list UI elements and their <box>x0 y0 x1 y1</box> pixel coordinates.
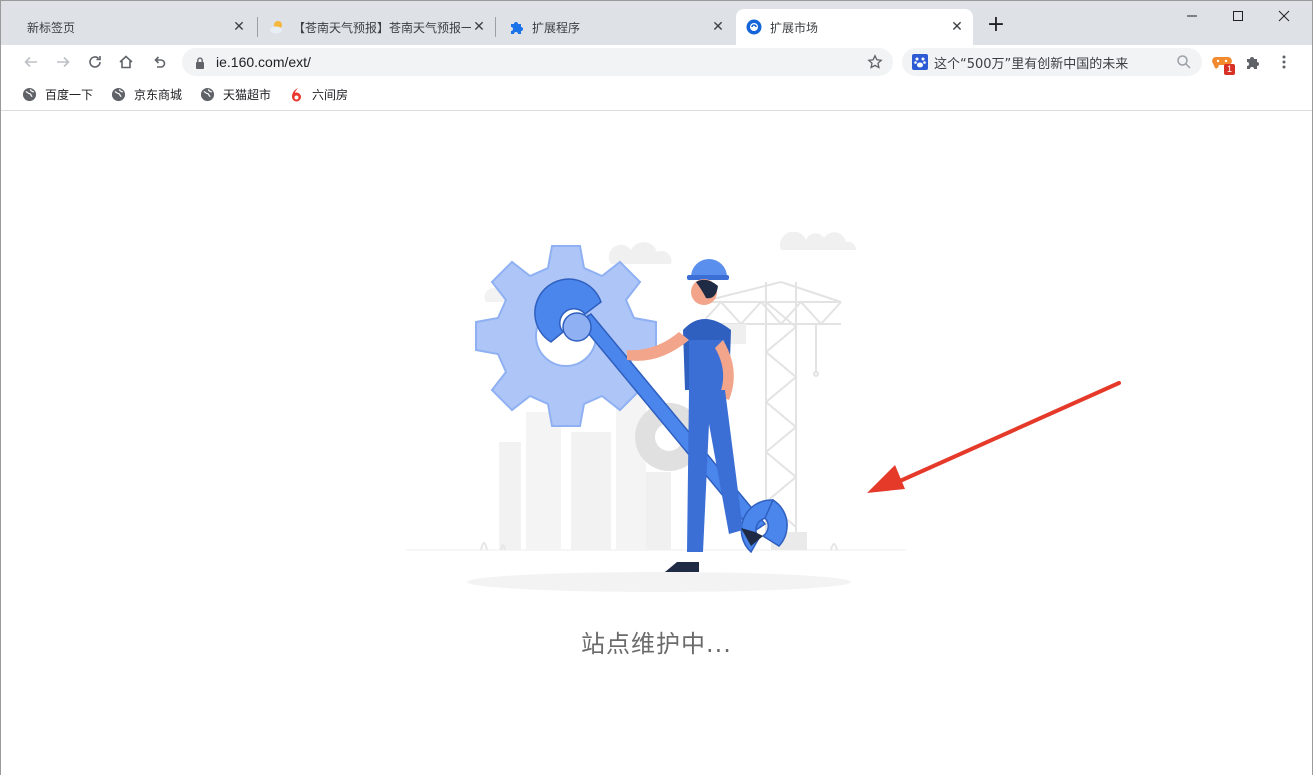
tab-divider <box>257 17 258 37</box>
notification-badge: 1 <box>1224 64 1235 75</box>
home-button[interactable] <box>112 48 140 76</box>
minimize-icon <box>1187 15 1197 17</box>
close-icon[interactable]: ✕ <box>231 19 247 35</box>
bookmark-jd[interactable]: 京东商城 <box>110 82 182 108</box>
maintenance-message: 站点维护中... <box>581 630 732 658</box>
new-tab-button[interactable]: + <box>983 13 1009 39</box>
minimize-button[interactable] <box>1169 1 1215 31</box>
reload-icon <box>89 56 101 68</box>
undo-icon <box>154 56 166 68</box>
baidu-paw-icon <box>912 54 928 70</box>
bookmark-label: 天猫超市 <box>223 88 272 102</box>
close-window-button[interactable] <box>1261 1 1307 31</box>
tab-extensions[interactable]: 扩展程序 ✕ <box>498 9 734 45</box>
weather-icon <box>269 19 285 35</box>
six-room-icon <box>288 87 304 103</box>
maximize-icon <box>1233 11 1243 21</box>
tab-title: 扩展程序 <box>532 20 581 35</box>
tab-strip: 新标签页 ✕ 【苍南天气预报】苍南天气预报一 ✕ 扩展程序 ✕ 扩展市场 ✕ + <box>1 1 1312 45</box>
tab-new-tab[interactable]: 新标签页 ✕ <box>15 9 255 45</box>
maximize-button[interactable] <box>1215 1 1261 31</box>
search-box[interactable]: 这个“500万”里有创新中国的未来 <box>902 48 1202 76</box>
red-arrow-annotation <box>867 381 1121 493</box>
address-bar[interactable]: ie.160.com/ext/ <box>182 48 893 76</box>
bookmark-tmall[interactable]: 天猫超市 <box>199 82 271 108</box>
browser-logo-icon <box>746 19 762 35</box>
close-icon[interactable]: ✕ <box>471 19 487 35</box>
globe-icon <box>199 87 215 103</box>
tab-weather[interactable]: 【苍南天气预报】苍南天气预报一 ✕ <box>259 9 495 45</box>
reload-button[interactable] <box>81 48 109 76</box>
bookmarks-bar: 百度一下 京东商城 天猫超市 六间房 <box>1 79 1312 111</box>
bookmark-six-room[interactable]: 六间房 <box>288 82 348 108</box>
tab-title: 【苍南天气预报】苍南天气预报一 <box>293 20 471 35</box>
bookmark-label: 京东商城 <box>134 88 183 102</box>
search-icon[interactable] <box>1172 50 1196 74</box>
browser-window: 新标签页 ✕ 【苍南天气预报】苍南天气预报一 ✕ 扩展程序 ✕ 扩展市场 ✕ + <box>0 0 1313 775</box>
close-icon <box>1278 10 1290 22</box>
extensions-button[interactable] <box>1239 49 1265 75</box>
tab-divider <box>495 17 496 37</box>
bookmark-baidu[interactable]: 百度一下 <box>21 82 93 108</box>
kebab-menu-icon <box>1282 55 1286 69</box>
puzzle-icon <box>508 19 524 35</box>
lock-icon <box>194 55 206 69</box>
bookmark-label: 百度一下 <box>45 88 94 102</box>
toolbar: ie.160.com/ext/ 这个“500万”里有创新中国的未来 1 <box>1 45 1312 79</box>
home-icon <box>119 55 133 69</box>
maintenance-illustration <box>406 232 906 592</box>
page-content: 站点维护中... <box>1 112 1312 775</box>
bookmark-star-icon[interactable] <box>861 48 889 76</box>
globe-icon <box>110 87 126 103</box>
back-arrow-icon <box>24 56 37 68</box>
close-icon[interactable]: ✕ <box>949 19 965 35</box>
puzzle-icon <box>1247 57 1259 69</box>
game-extension-button[interactable]: 1 <box>1209 49 1235 75</box>
menu-button[interactable] <box>1271 49 1297 75</box>
bookmark-label: 六间房 <box>312 88 349 102</box>
close-icon[interactable]: ✕ <box>710 19 726 35</box>
undo-close-button[interactable] <box>145 48 173 76</box>
tab-extension-market[interactable]: 扩展市场 ✕ <box>736 9 973 45</box>
tab-title: 扩展市场 <box>770 20 819 35</box>
globe-icon <box>21 87 37 103</box>
forward-button[interactable] <box>49 48 77 76</box>
url-text: ie.160.com/ext/ <box>216 54 311 70</box>
back-button[interactable] <box>17 48 45 76</box>
forward-arrow-icon <box>57 56 70 68</box>
tab-title: 新标签页 <box>27 20 76 35</box>
search-query-text: 这个“500万”里有创新中国的未来 <box>934 56 1129 72</box>
